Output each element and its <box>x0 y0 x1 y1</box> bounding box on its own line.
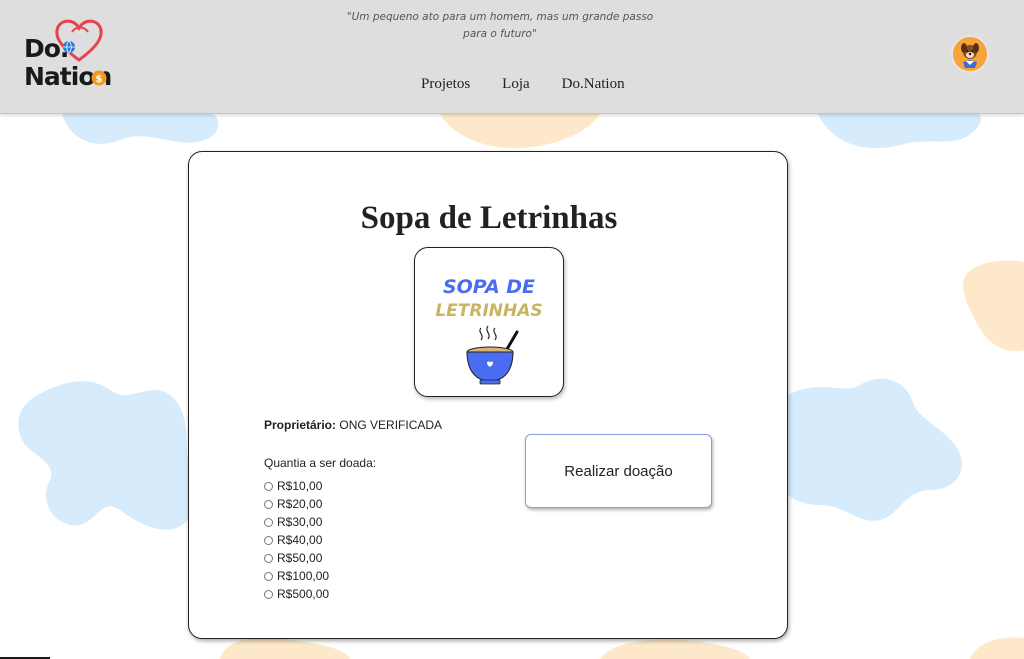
coin-icon: $ <box>91 70 107 86</box>
donation-logo[interactable]: Do. Nation $ <box>20 18 132 92</box>
amount-option-40[interactable]: R$40,00 <box>264 531 329 549</box>
amount-option-20[interactable]: R$20,00 <box>264 495 329 513</box>
donate-button[interactable]: Realizar doação <box>525 434 712 508</box>
dog-avatar-icon <box>953 37 987 71</box>
amount-option-label: R$10,00 <box>277 479 323 493</box>
radio-button[interactable] <box>264 553 273 563</box>
radio-button[interactable] <box>264 481 273 491</box>
amount-label: Quantia a ser doada: <box>264 456 377 470</box>
amount-option-10[interactable]: R$10,00 <box>264 477 329 495</box>
user-avatar[interactable] <box>951 35 989 73</box>
radio-button[interactable] <box>264 535 273 545</box>
owner-label: Proprietário: <box>264 418 337 432</box>
nav-projetos[interactable]: Projetos <box>405 76 486 93</box>
top-header: Do. Nation $ "Um pequeno ato para um hom… <box>0 0 1024 114</box>
radio-button[interactable] <box>264 571 273 581</box>
amount-option-label: R$20,00 <box>277 497 323 511</box>
amount-option-500[interactable]: R$500,00 <box>264 585 329 603</box>
svg-text:$: $ <box>96 74 103 85</box>
amount-option-30[interactable]: R$30,00 <box>264 513 329 531</box>
amount-option-100[interactable]: R$100,00 <box>264 567 329 585</box>
radio-button[interactable] <box>264 499 273 509</box>
owner-info: Proprietário: ONG VERIFICADA <box>264 418 442 432</box>
amount-option-50[interactable]: R$50,00 <box>264 549 329 567</box>
nav-donation[interactable]: Do.Nation <box>546 76 641 93</box>
radio-button[interactable] <box>264 589 273 599</box>
soup-bowl-icon: SOPA DE LETRINHAS <box>435 276 543 385</box>
quote-line2: para o futuro" <box>463 28 537 40</box>
amount-option-label: R$50,00 <box>277 551 323 565</box>
main-nav: Projetos Loja Do.Nation <box>405 76 641 93</box>
amount-option-label: R$500,00 <box>277 587 330 601</box>
header-quote: "Um pequeno ato para um homem, mas um gr… <box>340 9 660 43</box>
project-card: Sopa de Letrinhas SOPA DE LETRINHAS Prop… <box>188 151 788 639</box>
image-text-line2: LETRINHAS <box>435 301 542 321</box>
owner-value: ONG VERIFICADA <box>339 418 443 432</box>
amount-option-label: R$40,00 <box>277 533 323 547</box>
project-image: SOPA DE LETRINHAS <box>414 247 564 397</box>
amount-options: R$10,00 R$20,00 R$30,00 R$40,00 R$50,00 … <box>264 477 329 603</box>
logo-line1: Do. <box>24 34 69 63</box>
project-title: Sopa de Letrinhas <box>360 200 618 236</box>
image-text-line1: SOPA DE <box>443 276 535 298</box>
amount-option-label: R$30,00 <box>277 515 323 529</box>
amount-option-label: R$100,00 <box>277 569 330 583</box>
nav-loja[interactable]: Loja <box>486 76 546 93</box>
quote-line1: "Um pequeno ato para um homem, mas um gr… <box>346 11 654 23</box>
radio-button[interactable] <box>264 517 273 527</box>
